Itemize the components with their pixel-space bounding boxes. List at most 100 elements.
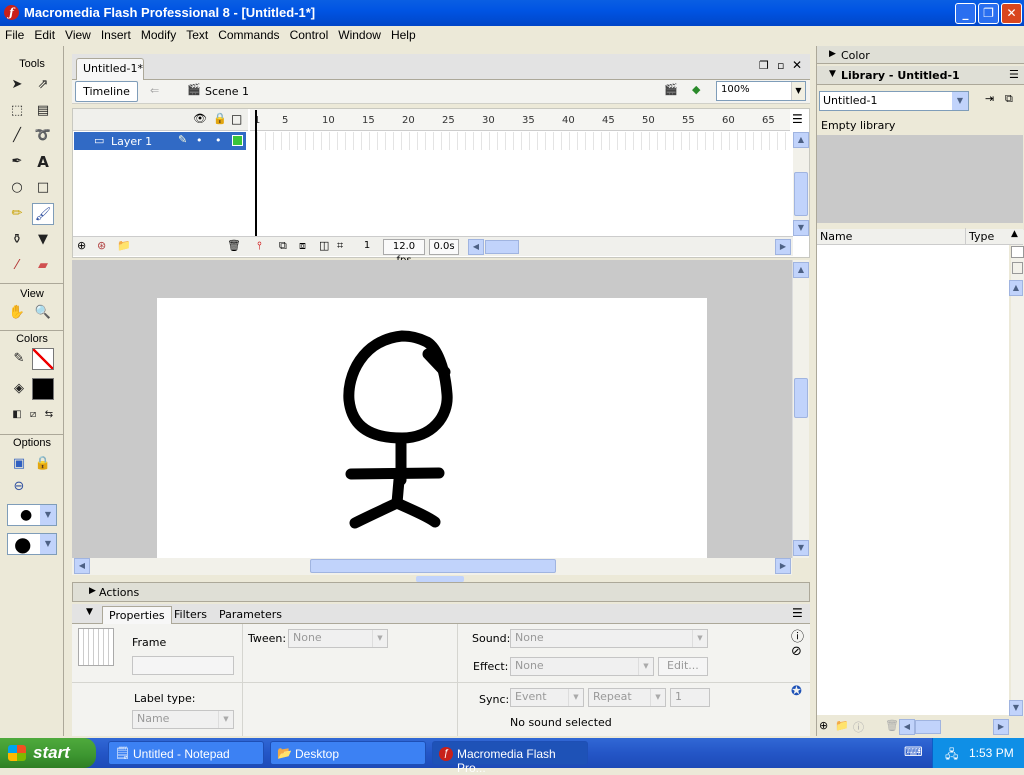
library-vscroll[interactable]: ▲ ▼ bbox=[1009, 230, 1024, 716]
pen-tool-icon[interactable]: ✒ bbox=[6, 151, 28, 173]
edit-symbols-icon[interactable]: ◆ bbox=[692, 83, 700, 96]
repeat-count-input[interactable]: 1 bbox=[670, 688, 710, 707]
tab-filters[interactable]: Filters bbox=[168, 606, 213, 624]
menu-edit[interactable]: Edit bbox=[29, 26, 60, 42]
stick-figure-drawing[interactable] bbox=[157, 298, 707, 558]
library-document-select[interactable]: Untitled-1 ▼ bbox=[819, 91, 969, 111]
frame-row[interactable] bbox=[250, 132, 790, 150]
repeat-select[interactable]: Repeat ▼ bbox=[588, 688, 666, 707]
pencil-tool-icon[interactable]: ✏ bbox=[6, 203, 28, 225]
scroll-up-icon[interactable]: ▲ bbox=[793, 262, 809, 278]
scroll-up-icon[interactable]: ▲ bbox=[793, 132, 809, 148]
menu-text[interactable]: Text bbox=[181, 26, 213, 42]
restore-doc-icon-2[interactable]: ▫ bbox=[777, 59, 784, 72]
collapse-arrow-icon[interactable]: ▼ bbox=[86, 607, 93, 617]
insert-folder-icon[interactable]: 📁 bbox=[117, 239, 131, 252]
brush-size-select[interactable]: ● ▼ bbox=[7, 504, 57, 526]
panel-menu-icon[interactable]: ☰ bbox=[1009, 68, 1019, 81]
start-button[interactable]: start bbox=[0, 738, 96, 768]
menu-file[interactable]: File bbox=[0, 26, 29, 42]
menu-window[interactable]: Window bbox=[333, 26, 386, 42]
fill-color-swatch[interactable] bbox=[32, 378, 54, 400]
scene-label[interactable]: Scene 1 bbox=[205, 85, 249, 98]
sort-icon[interactable]: ▲ bbox=[1011, 229, 1018, 239]
eraser-tool-icon[interactable]: ▰ bbox=[32, 255, 54, 277]
edit-multiple-icon[interactable]: ◫ bbox=[319, 239, 329, 252]
paint-bucket-tool-icon[interactable]: ▼ bbox=[32, 229, 54, 251]
tween-select[interactable]: None ▼ bbox=[288, 629, 388, 648]
delete-layer-icon[interactable]: 🗑 bbox=[227, 239, 241, 252]
sound-select[interactable]: None ▼ bbox=[510, 629, 708, 648]
scroll-up-icon[interactable]: ▲ bbox=[1009, 280, 1023, 296]
keyboard-icon[interactable]: ⌨ bbox=[904, 745, 923, 760]
rectangle-tool-icon[interactable]: □ bbox=[32, 177, 54, 199]
stroke-color-swatch[interactable] bbox=[32, 348, 54, 370]
close-button[interactable]: ✕ bbox=[1001, 3, 1022, 24]
hscroll-thumb[interactable] bbox=[915, 720, 941, 734]
menu-commands[interactable]: Commands bbox=[213, 26, 284, 42]
clock[interactable]: 1:53 PM bbox=[969, 746, 1014, 760]
panel-menu-icon[interactable]: ☰ bbox=[792, 606, 803, 620]
new-symbol-icon[interactable]: ⊕ bbox=[819, 719, 828, 732]
hscroll-thumb[interactable] bbox=[485, 240, 519, 254]
network-icon[interactable]: 🖧 bbox=[945, 745, 958, 766]
restore-doc-icon[interactable]: ❐ bbox=[759, 59, 769, 72]
eyedropper-tool-icon[interactable]: ⁄ bbox=[6, 255, 28, 277]
brush-mode-icon[interactable]: ⊖ bbox=[8, 476, 30, 498]
label-type-select[interactable]: Name ▼ bbox=[132, 710, 234, 729]
scroll-down-icon[interactable]: ▼ bbox=[793, 220, 809, 236]
scroll-right-icon[interactable]: ▶ bbox=[993, 719, 1009, 735]
center-frame-icon[interactable]: ⫯ bbox=[257, 239, 262, 253]
onion-markers-icon[interactable]: ⌗ bbox=[337, 239, 343, 253]
library-panel-header[interactable]: ▼ Library - Untitled-1 ☰ bbox=[817, 66, 1024, 85]
text-tool-icon[interactable]: A bbox=[32, 151, 54, 173]
timeline-menu-icon[interactable]: ☰ bbox=[792, 112, 803, 126]
oval-tool-icon[interactable]: ○ bbox=[6, 177, 28, 199]
edit-button[interactable]: Edit... bbox=[658, 657, 708, 676]
scroll-left-icon[interactable]: ◀ bbox=[468, 239, 484, 255]
edit-scene-icon[interactable]: 🎬 bbox=[664, 83, 678, 96]
selection-tool-icon[interactable]: ➤ bbox=[6, 74, 28, 96]
scroll-down-icon[interactable]: ▼ bbox=[793, 540, 809, 556]
actions-panel-header[interactable]: ▶ Actions bbox=[72, 582, 810, 602]
stage-vscroll[interactable]: ▲ ▼ bbox=[792, 260, 809, 558]
color-panel-header[interactable]: ▶ Color bbox=[817, 46, 1024, 64]
eye-icon[interactable]: 👁 bbox=[193, 112, 207, 125]
scroll-thumb[interactable] bbox=[794, 172, 808, 216]
minimize-button[interactable]: _ bbox=[955, 3, 976, 24]
properties-icon[interactable]: ⓘ bbox=[853, 719, 864, 735]
brush-tool-icon[interactable]: 🖌 bbox=[32, 203, 54, 225]
frame-ruler[interactable]: 1 5 10 15 20 25 30 35 40 45 50 55 60 65 bbox=[250, 109, 790, 131]
close-doc-icon[interactable]: ✕ bbox=[792, 58, 802, 72]
insert-layer-icon[interactable]: ⊕ bbox=[77, 239, 86, 252]
maximize-button[interactable]: ❐ bbox=[978, 3, 999, 24]
scroll-right-icon[interactable]: ▶ bbox=[775, 558, 791, 574]
add-motion-guide-icon[interactable]: ⊛ bbox=[97, 239, 106, 252]
zoom-tool-icon[interactable]: 🔍 bbox=[32, 302, 54, 324]
zoom-select[interactable]: 100% ▼ bbox=[716, 81, 806, 101]
frame-label-input[interactable] bbox=[132, 656, 234, 675]
scroll-down-icon[interactable]: ▼ bbox=[1009, 700, 1023, 716]
pin-library-icon[interactable]: ⇥ bbox=[985, 92, 994, 105]
sync-select[interactable]: Event ▼ bbox=[510, 688, 584, 707]
taskbar-item-flash[interactable]: ƒ Macromedia Flash Pro... bbox=[432, 741, 588, 775]
type-column-header[interactable]: Type bbox=[965, 228, 994, 244]
lock-fill-icon[interactable]: 🔒 bbox=[32, 453, 54, 475]
new-folder-icon[interactable]: 📁 bbox=[835, 719, 849, 732]
hand-tool-icon[interactable]: ✋ bbox=[6, 302, 28, 324]
ink-bottle-tool-icon[interactable]: ⚱ bbox=[6, 229, 28, 251]
scroll-left-icon[interactable]: ◀ bbox=[899, 719, 915, 735]
taskbar-item-notepad[interactable]: 🗒 Untitled - Notepad bbox=[108, 741, 264, 765]
swap-colors-icon[interactable]: ⇆ bbox=[38, 404, 60, 426]
lasso-tool-icon[interactable]: ➰ bbox=[32, 125, 54, 147]
scroll-thumb[interactable] bbox=[794, 378, 808, 418]
timeline-button[interactable]: Timeline bbox=[75, 81, 138, 102]
playhead[interactable] bbox=[255, 110, 257, 236]
help-icon[interactable]: ⓘ bbox=[791, 626, 804, 645]
free-transform-tool-icon[interactable]: ⬚ bbox=[6, 100, 28, 122]
menu-control[interactable]: Control bbox=[285, 26, 334, 42]
fill-transform-tool-icon[interactable]: ▤ bbox=[32, 100, 54, 122]
library-list[interactable] bbox=[817, 245, 1009, 715]
scroll-right-icon[interactable]: ▶ bbox=[775, 239, 791, 255]
delete-icon[interactable]: 🗑 bbox=[885, 719, 899, 732]
